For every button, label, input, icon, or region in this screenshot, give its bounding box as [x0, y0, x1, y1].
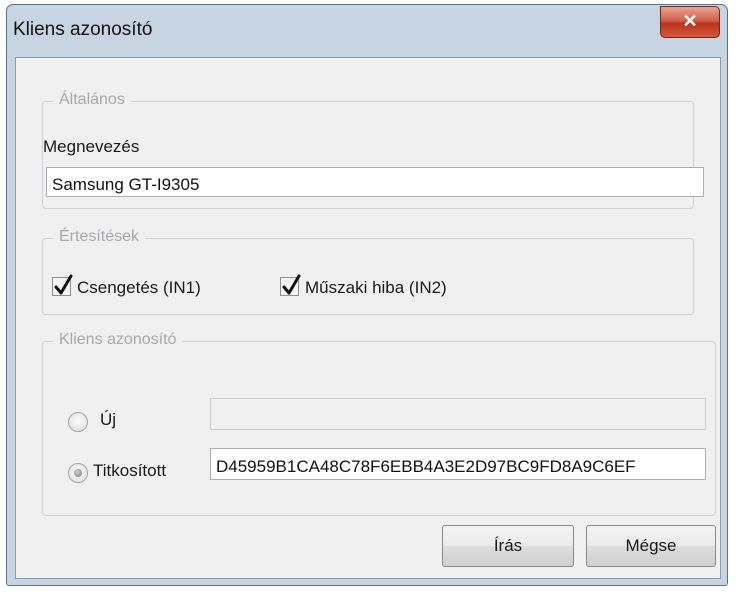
notifications-legend: Értesítések: [53, 228, 146, 246]
name-input[interactable]: [46, 167, 704, 197]
write-button[interactable]: Írás: [442, 525, 574, 567]
fault-checkbox[interactable]: [280, 274, 301, 296]
notifications-group: Értesítések: [42, 228, 694, 315]
general-legend: Általános: [53, 91, 131, 109]
encrypted-id-input[interactable]: [210, 448, 706, 480]
checkmark-icon: [54, 274, 73, 295]
dialog-content: Általános Megnevezés Értesítések Csenget…: [15, 57, 721, 579]
cancel-button[interactable]: Mégse: [586, 525, 716, 567]
ringing-label[interactable]: Csengetés (IN1): [77, 278, 201, 298]
encrypted-label[interactable]: Titkosított: [93, 461, 166, 481]
title-bar[interactable]: Kliens azonosító ✕: [7, 5, 727, 57]
close-icon: ✕: [682, 11, 698, 31]
radio-selected-dot: [74, 469, 82, 477]
client-id-legend: Kliens azonosító: [53, 331, 183, 349]
close-button[interactable]: ✕: [660, 6, 720, 38]
checkmark-icon: [282, 274, 301, 295]
ringing-checkbox[interactable]: [52, 274, 73, 296]
dialog-window: Kliens azonosító ✕ Általános Megnevezés …: [6, 4, 728, 586]
encrypted-radio[interactable]: [68, 463, 88, 483]
new-id-input: [210, 398, 706, 430]
new-radio[interactable]: [68, 412, 88, 432]
name-label: Megnevezés: [43, 137, 140, 156]
fault-label[interactable]: Műszaki hiba (IN2): [305, 278, 447, 298]
window-title: Kliens azonosító: [13, 19, 153, 40]
new-label[interactable]: Új: [100, 410, 116, 430]
